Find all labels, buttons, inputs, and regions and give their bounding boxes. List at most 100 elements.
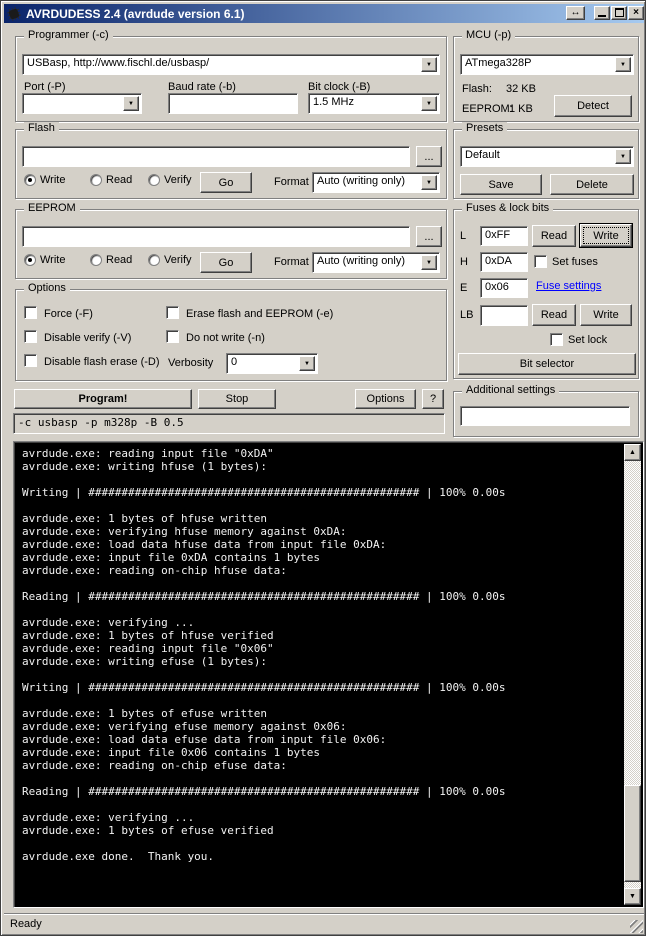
presets-group: Presets Default ▼ Save Delete	[453, 129, 639, 199]
eeprom-file-input[interactable]	[22, 226, 410, 247]
flash-write-radio[interactable]: Write	[24, 174, 65, 186]
read-lock-button[interactable]: Read	[532, 304, 576, 326]
flash-verify-radio[interactable]: Verify	[148, 174, 192, 186]
flash-browse-button[interactable]: ...	[416, 146, 442, 167]
maximize-button[interactable]	[611, 6, 627, 20]
erase-flash-eeprom-checkbox[interactable]	[166, 306, 179, 319]
chevron-down-icon[interactable]: ▼	[421, 57, 437, 72]
programmer-group: Programmer (-c) USBasp, http://www.fisch…	[15, 36, 447, 122]
bit-selector-button[interactable]: Bit selector	[458, 353, 636, 375]
flash-legend: Flash	[24, 122, 59, 134]
flash-format-select[interactable]: Auto (writing only) ▼	[312, 172, 440, 193]
flash-file-input[interactable]	[22, 146, 410, 167]
flash-read-radio[interactable]: Read	[90, 174, 132, 186]
eeprom-format-select[interactable]: Auto (writing only) ▼	[312, 252, 440, 273]
scroll-up-icon[interactable]: ▲	[624, 444, 641, 461]
lockbits-input[interactable]	[480, 305, 528, 326]
presets-legend: Presets	[462, 122, 507, 134]
chevron-down-icon[interactable]: ▼	[615, 57, 631, 72]
fuse-h-input[interactable]: 0xDA	[480, 252, 528, 272]
programmer-select[interactable]: USBasp, http://www.fischl.de/usbasp/ ▼	[22, 54, 440, 75]
set-lock-checkbox[interactable]	[550, 333, 563, 346]
titlebar: AVRDUDESS 2.4 (avrdude version 6.1) ↔ ×	[4, 4, 644, 23]
set-fuses-label: Set fuses	[552, 256, 598, 268]
chevron-down-icon[interactable]: ▼	[615, 149, 631, 164]
disable-verify-checkbox[interactable]	[24, 330, 37, 343]
flash-read-label: Read	[106, 174, 132, 186]
force-checkbox[interactable]	[24, 306, 37, 319]
detect-button[interactable]: Detect	[554, 95, 632, 117]
scroll-thumb[interactable]	[624, 785, 641, 882]
disable-flash-erase-label: Disable flash erase (-D)	[44, 356, 160, 368]
resize-toggle-button[interactable]: ↔	[566, 6, 585, 20]
scroll-down-icon[interactable]: ▼	[624, 888, 641, 905]
flash-verify-label: Verify	[164, 174, 192, 186]
eeprom-group: EEPROM ... Write Read Verify Go Format A…	[15, 209, 447, 279]
chevron-down-icon[interactable]: ▼	[299, 356, 315, 371]
command-preview[interactable]: -c usbasp -p m328p -B 0.5	[13, 413, 445, 434]
preset-selected: Default	[465, 149, 500, 161]
bitclock-select[interactable]: 1.5 MHz ▼	[308, 93, 440, 114]
help-button[interactable]: ?	[422, 389, 444, 409]
app-icon	[6, 6, 22, 22]
chevron-down-icon[interactable]: ▼	[421, 96, 437, 111]
eeprom-read-radio[interactable]: Read	[90, 254, 132, 266]
radio-icon	[148, 174, 160, 186]
bitclock-selected: 1.5 MHz	[313, 96, 354, 108]
eeprom-read-label: Read	[106, 254, 132, 266]
console: avrdude.exe: reading input file "0xDA" a…	[13, 441, 644, 908]
verbosity-select[interactable]: 0 ▼	[226, 353, 318, 374]
statusbar: Ready	[4, 913, 644, 934]
mcu-legend: MCU (-p)	[462, 29, 515, 41]
mcu-select[interactable]: ATmega328P ▼	[460, 54, 634, 75]
verbosity-label: Verbosity	[168, 357, 213, 369]
console-scrollbar[interactable]: ▲ ▼	[624, 444, 641, 905]
baud-input[interactable]	[168, 93, 298, 114]
fuse-e-input[interactable]: 0x06	[480, 278, 528, 298]
options-legend: Options	[24, 282, 70, 294]
delete-preset-button[interactable]: Delete	[550, 174, 634, 195]
bitclock-label: Bit clock (-B)	[308, 81, 370, 93]
fuse-settings-link[interactable]: Fuse settings	[536, 280, 601, 292]
chevron-down-icon[interactable]: ▼	[421, 175, 437, 190]
eeprom-browse-button[interactable]: ...	[416, 226, 442, 247]
radio-icon	[90, 254, 102, 266]
mcu-flash-label: Flash:	[462, 83, 492, 95]
stop-button[interactable]: Stop	[198, 389, 276, 409]
do-not-write-label: Do not write (-n)	[186, 332, 265, 344]
disable-flash-erase-checkbox[interactable]	[24, 354, 37, 367]
save-preset-button[interactable]: Save	[460, 174, 542, 195]
mcu-selected: ATmega328P	[465, 57, 531, 69]
set-fuses-checkbox[interactable]	[534, 255, 547, 268]
preset-select[interactable]: Default ▼	[460, 146, 634, 167]
eeprom-verify-radio[interactable]: Verify	[148, 254, 192, 266]
disable-verify-label: Disable verify (-V)	[44, 332, 131, 344]
chevron-down-icon[interactable]: ▼	[123, 96, 139, 111]
port-select[interactable]: ▼	[22, 93, 142, 114]
read-fuses-button[interactable]: Read	[532, 225, 576, 247]
eeprom-go-button[interactable]: Go	[200, 252, 252, 273]
write-fuses-button[interactable]: Write	[580, 224, 632, 247]
radio-selected-icon	[24, 174, 36, 186]
program-button[interactable]: Program!	[14, 389, 192, 409]
do-not-write-checkbox[interactable]	[166, 330, 179, 343]
chevron-down-icon[interactable]: ▼	[421, 255, 437, 270]
status-text: Ready	[10, 918, 42, 930]
flash-format-label: Format	[274, 176, 309, 188]
eeprom-write-radio[interactable]: Write	[24, 254, 65, 266]
write-lock-button[interactable]: Write	[580, 304, 632, 326]
minimize-button[interactable]	[594, 6, 610, 20]
eeprom-format-label: Format	[274, 256, 309, 268]
force-label: Force (-F)	[44, 308, 93, 320]
resize-grip-icon[interactable]	[630, 920, 643, 933]
flash-go-button[interactable]: Go	[200, 172, 252, 193]
radio-selected-icon	[24, 254, 36, 266]
close-button[interactable]: ×	[628, 6, 644, 20]
mcu-flash-value: 32 KB	[506, 83, 536, 95]
fuses-legend: Fuses & lock bits	[462, 202, 553, 214]
additional-settings-input[interactable]	[460, 406, 630, 426]
options-button[interactable]: Options	[355, 389, 416, 409]
fuse-l-input[interactable]: 0xFF	[480, 226, 528, 246]
eeprom-verify-label: Verify	[164, 254, 192, 266]
fuses-group: Fuses & lock bits L 0xFF Read Write H 0x…	[453, 209, 639, 379]
